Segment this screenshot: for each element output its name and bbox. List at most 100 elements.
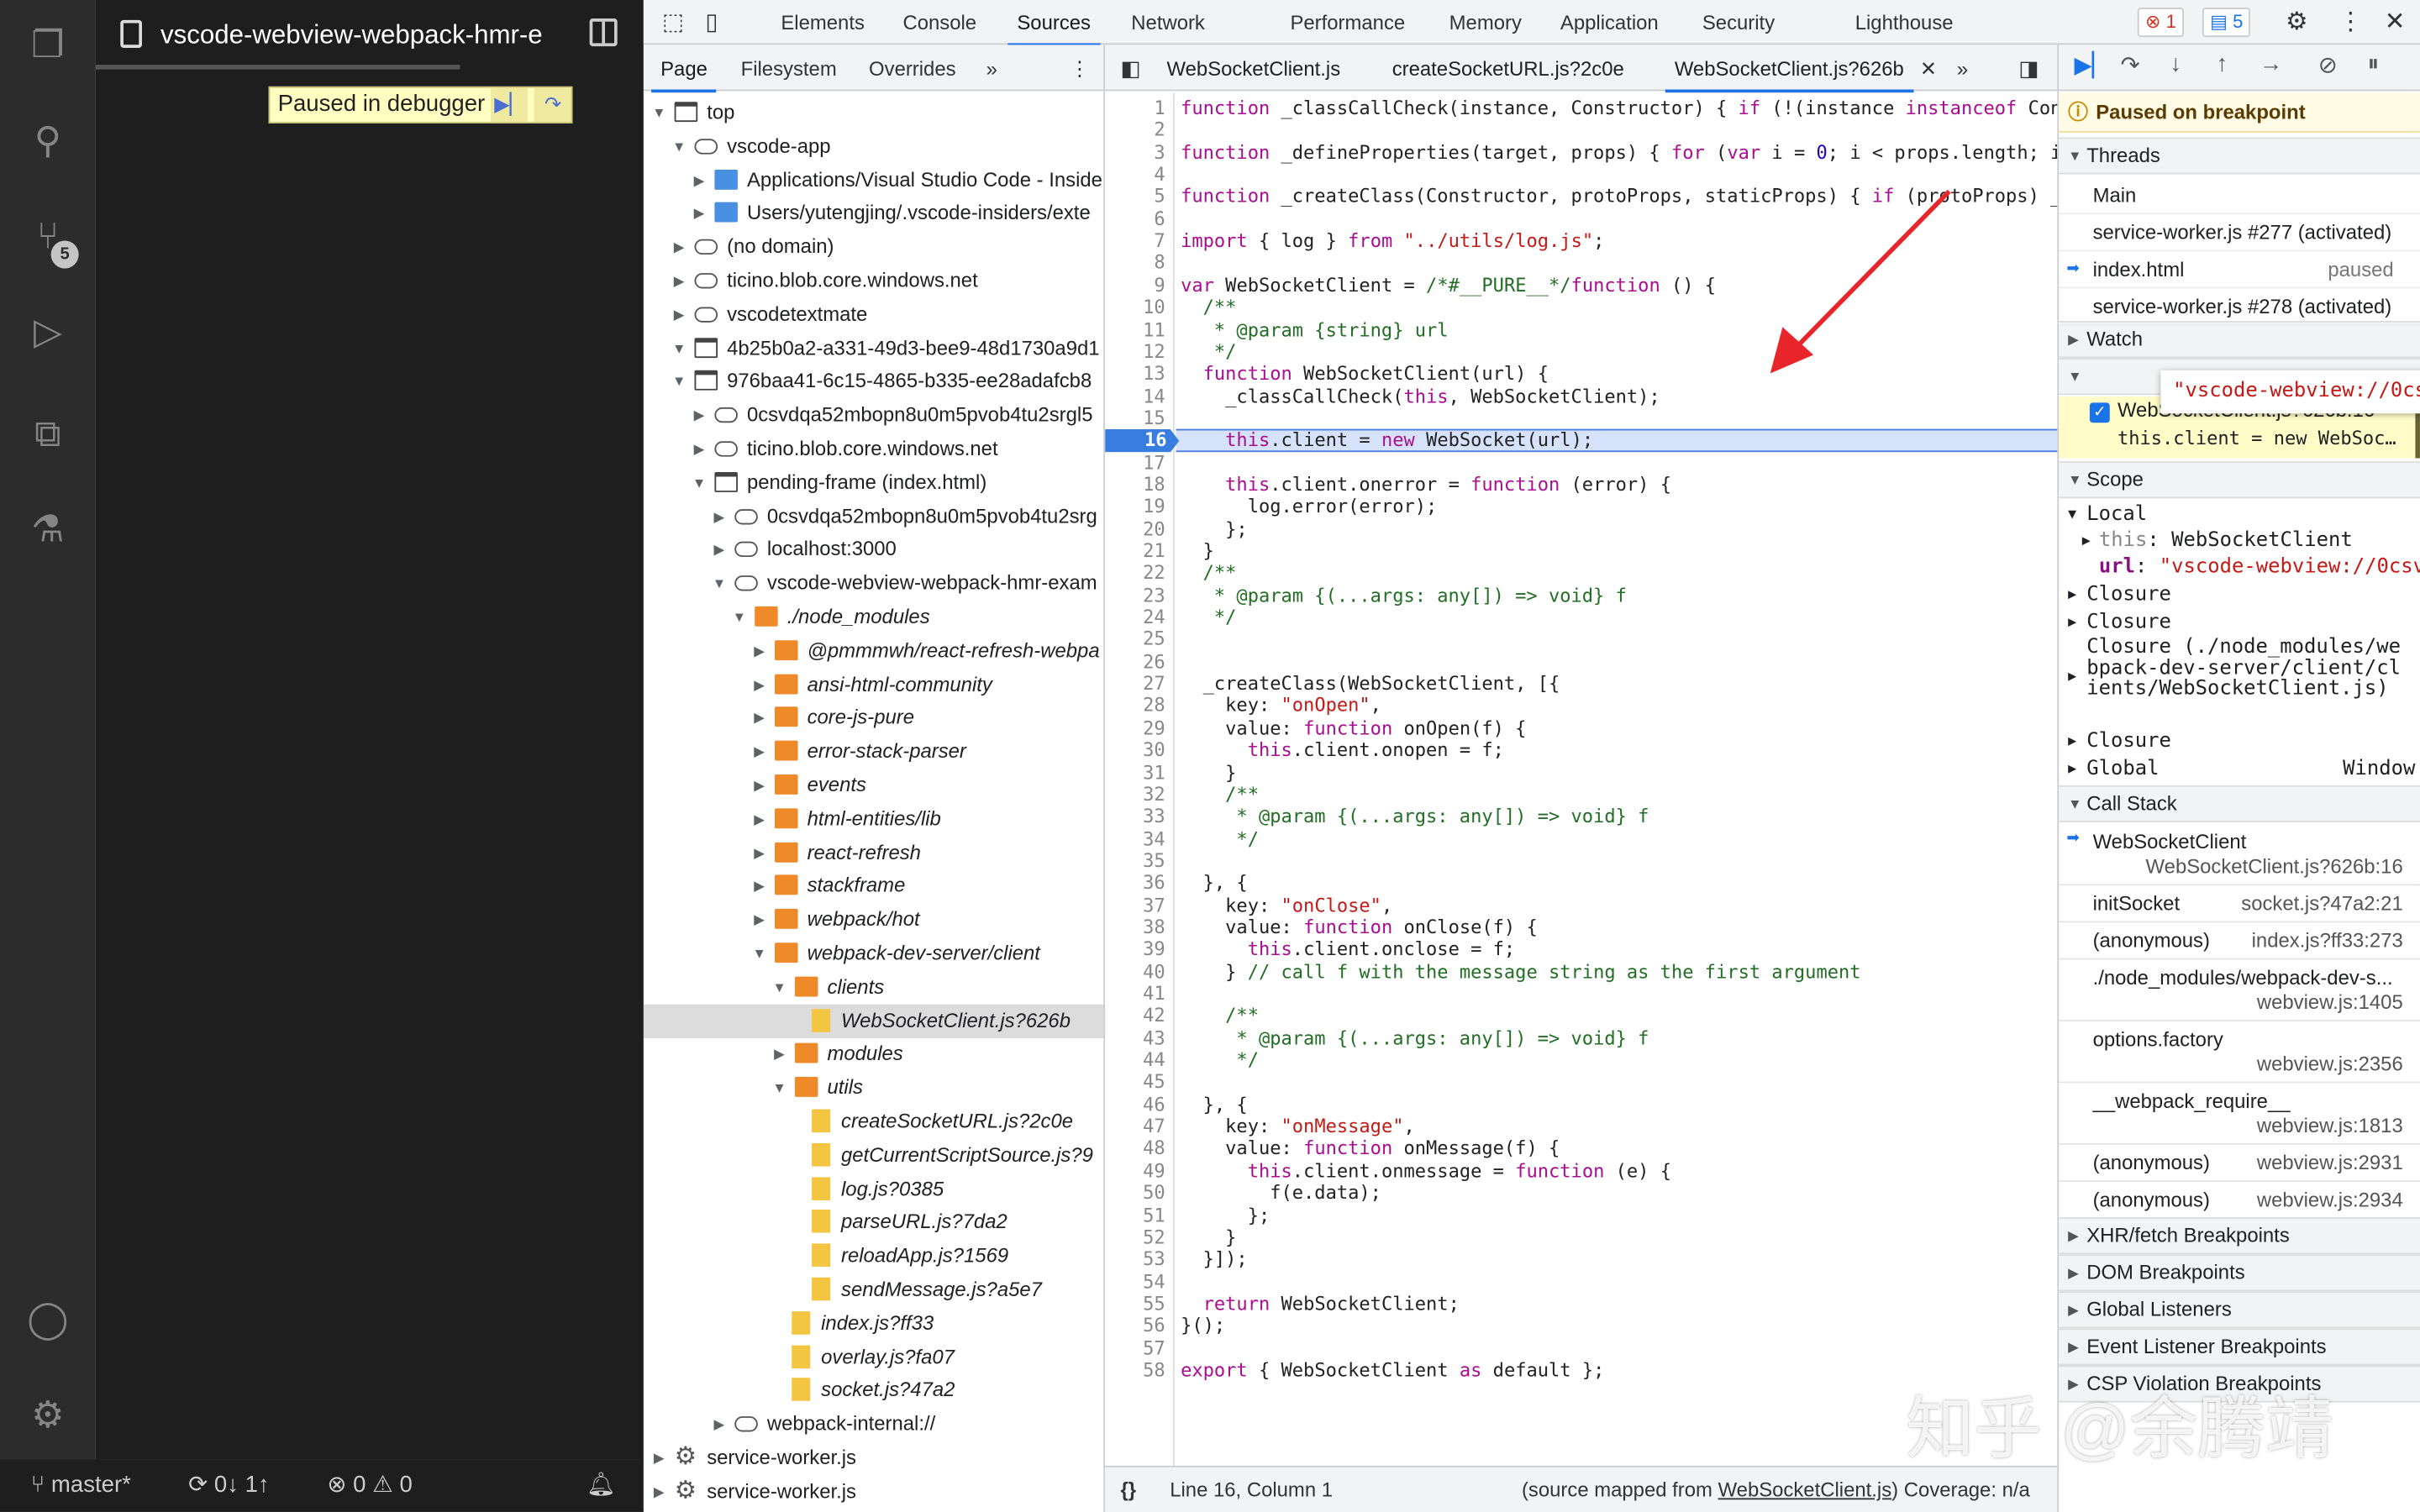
- step-over-icon[interactable]: ↷: [534, 87, 572, 123]
- line-number[interactable]: 5: [1105, 186, 1175, 207]
- tree-node[interactable]: ▶ Users/yutengjing/.vscode-insiders/exte: [644, 197, 1103, 230]
- section-xhr-fetch-breakpoints[interactable]: XHR/fetch Breakpoints: [2059, 1217, 2420, 1255]
- nav-tab-page[interactable]: Page: [650, 46, 718, 93]
- line-number[interactable]: 50: [1105, 1182, 1175, 1204]
- line-number[interactable]: 34: [1105, 827, 1175, 849]
- scope-local[interactable]: ▼ Local: [2059, 501, 2420, 529]
- nav-tab-filesystem[interactable]: Filesystem: [741, 46, 837, 91]
- tree-node[interactable]: ▼ ./node_modules: [644, 600, 1103, 633]
- tree-node[interactable]: ▼ top: [644, 96, 1103, 129]
- line-number[interactable]: 52: [1105, 1226, 1175, 1248]
- scope-closure-module[interactable]: ▶ Closure (./node_modules/webpack-dev-ser…: [2059, 637, 2420, 700]
- line-number[interactable]: 31: [1105, 761, 1175, 783]
- toggle-debugger-icon[interactable]: ◨: [2018, 46, 2039, 91]
- expand-arrow-open-icon[interactable]: ▼: [671, 331, 687, 365]
- expand-arrow-open-icon[interactable]: ▼: [771, 970, 786, 1004]
- tree-node[interactable]: ▶ localhost:3000: [644, 533, 1103, 566]
- line-number[interactable]: 22: [1105, 562, 1175, 584]
- expand-arrow-open-icon[interactable]: ▼: [651, 96, 666, 129]
- scope-closure[interactable]: ▶ Closure: [2059, 609, 2420, 637]
- step-over-icon[interactable]: ↷: [2121, 51, 2140, 78]
- section-global-listeners[interactable]: Global Listeners: [2059, 1291, 2420, 1329]
- more-tabs-icon[interactable]: »: [1957, 46, 1968, 91]
- tree-node[interactable]: ▶ webpack/hot: [644, 903, 1103, 937]
- split-editor-icon[interactable]: [589, 18, 618, 47]
- tree-file[interactable]: reloadApp.js?1569: [644, 1239, 1103, 1273]
- line-number[interactable]: 54: [1105, 1271, 1175, 1293]
- tab-network[interactable]: Network: [1131, 0, 1205, 45]
- line-number[interactable]: 51: [1105, 1205, 1175, 1226]
- expand-arrow-closed-icon[interactable]: ▶: [712, 1407, 727, 1441]
- line-number[interactable]: 29: [1105, 717, 1175, 739]
- tree-file[interactable]: overlay.js?fa07: [644, 1340, 1103, 1373]
- expand-arrow-closed-icon[interactable]: ▶: [692, 197, 707, 230]
- tree-node[interactable]: ▶ 0csvdqa52mbopn8u0m5pvob4tu2srgl5: [644, 398, 1103, 432]
- line-number[interactable]: 58: [1105, 1359, 1175, 1381]
- scope-section[interactable]: Scope: [2059, 461, 2420, 499]
- more-options-icon[interactable]: ⋮: [2338, 0, 2363, 45]
- scope-this[interactable]: ▶ this: WebSocketClient: [2059, 528, 2420, 555]
- line-number[interactable]: 45: [1105, 1071, 1175, 1093]
- call-frame[interactable]: (anonymous) webview.js:2934: [2059, 1182, 2420, 1219]
- line-number[interactable]: 11: [1105, 318, 1175, 340]
- tree-node[interactable]: ▼ webpack-dev-server/client: [644, 937, 1103, 970]
- line-number[interactable]: 17: [1105, 451, 1175, 473]
- tree-file[interactable]: sendMessage.js?a5e7: [644, 1273, 1103, 1306]
- problems-indicator[interactable]: ⊗ 0 ⚠ 0: [327, 1460, 412, 1512]
- close-icon[interactable]: ✕: [2385, 0, 2406, 45]
- expand-arrow-closed-icon[interactable]: ▶: [751, 836, 766, 869]
- sync-indicator[interactable]: ⟳ 0↓ 1↑: [188, 1460, 270, 1512]
- tree-node[interactable]: ▼ vscode-webview-webpack-hmr-exam: [644, 566, 1103, 600]
- expand-arrow-closed-icon[interactable]: ▶: [712, 499, 727, 533]
- line-number[interactable]: 1: [1105, 97, 1175, 119]
- tab-sources[interactable]: Sources: [1007, 0, 1100, 47]
- toggle-navigator-icon[interactable]: ◧: [1120, 46, 1140, 91]
- tree-file[interactable]: index.js?ff33: [644, 1306, 1103, 1340]
- line-number[interactable]: 25: [1105, 628, 1175, 650]
- line-number[interactable]: 39: [1105, 938, 1175, 960]
- thread-item[interactable]: Main: [2059, 177, 2420, 215]
- expand-arrow-closed-icon[interactable]: ▶: [751, 668, 766, 701]
- expand-arrow-closed-icon[interactable]: ▶: [712, 533, 727, 566]
- tree-file[interactable]: WebSocketClient.js?626b: [643, 1003, 1104, 1038]
- call-frame[interactable]: ./node_modules/webpack-dev-s... webview.j…: [2059, 959, 2420, 1021]
- line-number[interactable]: 12: [1105, 341, 1175, 363]
- tree-node[interactable]: ▶ 0csvdqa52mbopn8u0m5pvob4tu2srg: [644, 499, 1103, 533]
- line-number[interactable]: 4: [1105, 164, 1175, 186]
- device-toolbar-icon[interactable]: ▯: [705, 0, 718, 45]
- line-number[interactable]: 6: [1105, 207, 1175, 229]
- expand-arrow-closed-icon[interactable]: ▶: [751, 869, 766, 903]
- tree-node[interactable]: ▶ Applications/Visual Studio Code - Insid…: [644, 163, 1103, 197]
- thread-item[interactable]: service-worker.js #277 (activated): [2059, 214, 2420, 252]
- tree-node[interactable]: ▶ modules: [644, 1037, 1103, 1071]
- line-number[interactable]: 37: [1105, 895, 1175, 916]
- expand-arrow-closed-icon[interactable]: ▶: [771, 1037, 786, 1071]
- line-number[interactable]: 55: [1105, 1293, 1175, 1315]
- line-number[interactable]: 57: [1105, 1337, 1175, 1359]
- step-out-icon[interactable]: ↑: [2217, 51, 2228, 77]
- section-dom-breakpoints[interactable]: DOM Breakpoints: [2059, 1254, 2420, 1292]
- line-number[interactable]: 40: [1105, 961, 1175, 983]
- threads-section[interactable]: Threads: [2059, 137, 2420, 175]
- scope-global[interactable]: ▶ Global Window: [2059, 756, 2420, 784]
- call-frame[interactable]: initSocket socket.js?47a2:21: [2059, 885, 2420, 923]
- watch-section[interactable]: Watch: [2059, 321, 2420, 359]
- line-number[interactable]: 23: [1105, 585, 1175, 606]
- line-number[interactable]: 49: [1105, 1160, 1175, 1182]
- line-number[interactable]: 3: [1105, 141, 1175, 163]
- line-number[interactable]: 56: [1105, 1315, 1175, 1336]
- call-frame[interactable]: (anonymous) index.js?ff33:273: [2059, 922, 2420, 960]
- line-number[interactable]: 24: [1105, 606, 1175, 628]
- expand-arrow-open-icon[interactable]: ▼: [671, 365, 687, 398]
- line-number[interactable]: 26: [1105, 651, 1175, 673]
- expand-arrow-closed-icon[interactable]: ▶: [692, 432, 707, 465]
- tree-node[interactable]: ▶ ticino.blob.core.windows.net: [644, 264, 1103, 297]
- pretty-print-button[interactable]: {}: [1120, 1467, 1136, 1512]
- line-number[interactable]: 30: [1105, 739, 1175, 761]
- run-debug-icon[interactable]: ▷: [24, 308, 73, 358]
- expand-arrow-open-icon[interactable]: ▼: [671, 129, 687, 163]
- line-number[interactable]: 32: [1105, 784, 1175, 806]
- scope-closure[interactable]: ▶ Closure: [2059, 728, 2420, 756]
- line-number[interactable]: 46: [1105, 1094, 1175, 1116]
- expand-arrow-closed-icon[interactable]: ▶: [751, 634, 766, 668]
